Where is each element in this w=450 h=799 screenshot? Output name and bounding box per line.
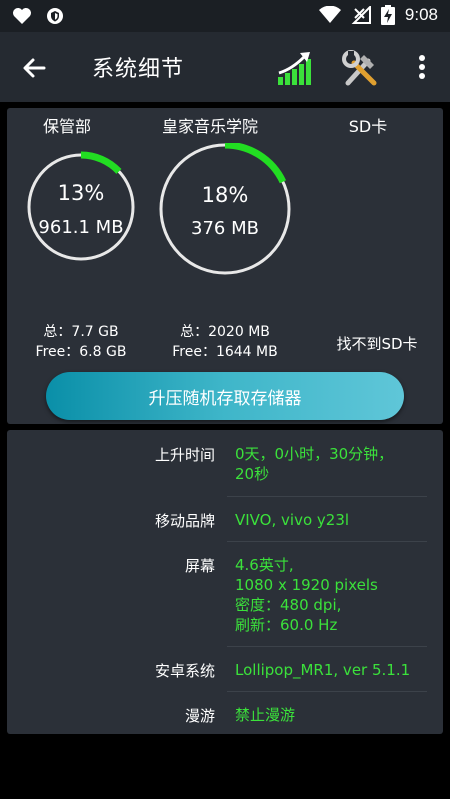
ram-total: 总：2020 MB bbox=[180, 324, 270, 340]
divider bbox=[227, 541, 427, 542]
detail-value-line: VIVO, vivo y23l bbox=[235, 511, 350, 529]
detail-value: 0天，0小时，30分钟， 20秒 bbox=[235, 444, 433, 484]
internal-storage-free: Free：6.8 GB bbox=[35, 344, 127, 360]
back-arrow-icon[interactable] bbox=[18, 52, 50, 84]
sd-card-missing-text: 找不到SD卡 bbox=[336, 335, 418, 353]
detail-value-line: 20秒 bbox=[235, 465, 270, 483]
detail-value-line: 刷新：60.0 Hz bbox=[235, 616, 338, 634]
page-title: 系统细节 bbox=[92, 57, 185, 82]
status-time: 9:08 bbox=[404, 5, 438, 24]
divider bbox=[227, 646, 427, 647]
internal-storage-total: 总：7.7 GB bbox=[43, 324, 119, 340]
sd-card-title: SD卡 bbox=[348, 117, 388, 136]
ram-ring: 18% 376 MB bbox=[157, 141, 293, 277]
tools-icon[interactable] bbox=[342, 49, 380, 87]
internal-storage-used: 961.1 MB bbox=[38, 217, 124, 238]
detail-value-line: 禁止漫游 bbox=[235, 706, 296, 724]
app-bar: 系统细节 bbox=[0, 32, 450, 102]
more-vert-icon[interactable] bbox=[410, 52, 434, 82]
detail-value-line: 0天，0小时，30分钟， bbox=[235, 445, 394, 463]
ram-used: 376 MB bbox=[191, 218, 259, 239]
status-bar: 9:08 bbox=[0, 0, 450, 32]
ram-percent: 18% bbox=[201, 183, 249, 207]
detail-value-line: Lollipop_MR1, ver 5.1.1 bbox=[235, 661, 411, 679]
detail-label: 屏幕 bbox=[184, 557, 215, 575]
divider bbox=[227, 691, 427, 692]
detail-value-line: 密度：480 dpi, bbox=[235, 596, 342, 614]
ram-title: 皇家音乐学院 bbox=[161, 117, 258, 136]
storage-card: 保管部 皇家音乐学院 SD卡 13% 961.1 MB 18% 376 MB 总… bbox=[7, 108, 443, 424]
shield-icon bbox=[47, 8, 63, 24]
battery-charging-icon bbox=[380, 5, 395, 25]
detail-label: 移动品牌 bbox=[154, 512, 215, 530]
signal-icon bbox=[351, 6, 371, 24]
detail-value: Lollipop_MR1, ver 5.1.1 bbox=[235, 660, 433, 680]
detail-value: 4.6英寸, 1080 x 1920 pixels 密度：480 dpi, 刷新… bbox=[235, 555, 433, 635]
internal-storage-title: 保管部 bbox=[42, 117, 91, 136]
detail-value-line: 1080 x 1920 pixels bbox=[235, 576, 378, 594]
divider bbox=[227, 496, 427, 497]
internal-storage-totals: 总：7.7 GB Free：6.8 GB bbox=[6, 322, 156, 362]
internal-storage-percent: 13% bbox=[57, 181, 105, 205]
ram-totals: 总：2020 MB Free：1644 MB bbox=[150, 322, 300, 362]
detail-label: 上升时间 bbox=[154, 446, 215, 464]
internal-storage-ring: 13% 961.1 MB bbox=[25, 151, 137, 263]
detail-value: 禁止漫游 bbox=[235, 705, 433, 725]
detail-value: VIVO, vivo y23l bbox=[235, 510, 433, 530]
heart-icon bbox=[13, 8, 31, 24]
system-details-card: 上升时间 0天，0小时，30分钟， 20秒 移动品牌 VIVO, vivo y2… bbox=[7, 430, 443, 734]
detail-label: 安卓系统 bbox=[154, 662, 215, 680]
boost-ram-button[interactable]: 升压随机存取存储器 bbox=[46, 372, 404, 420]
ram-free: Free：1644 MB bbox=[172, 344, 278, 360]
detail-label: 漫游 bbox=[184, 707, 215, 725]
detail-value-line: 4.6英寸, bbox=[235, 556, 294, 574]
wifi-icon bbox=[318, 6, 341, 23]
boost-chart-icon[interactable] bbox=[276, 49, 314, 87]
